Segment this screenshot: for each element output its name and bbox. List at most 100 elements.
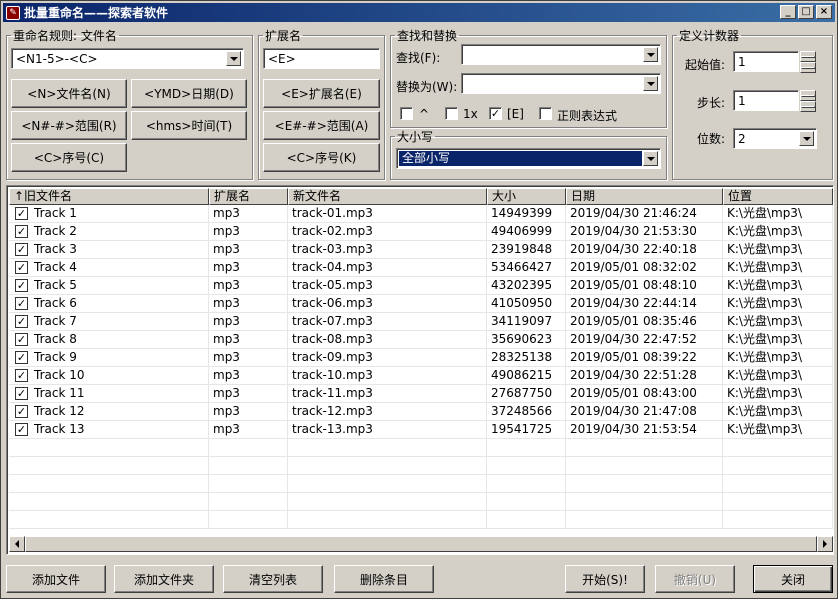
undo-button[interactable]: 撤销(U)	[655, 565, 735, 593]
table-row[interactable]: ✓ Track 10 mp3 track-10.mp3 49086215 2019/04/…	[9, 367, 833, 385]
minimize-icon[interactable]: _	[780, 5, 796, 19]
table-row[interactable]: ✓ Track 5 mp3 track-05.mp3 43202395 2019/05/0…	[9, 277, 833, 295]
scroll-thumb[interactable]	[24, 536, 818, 552]
table-row[interactable]: ✓ Track 2 mp3 track-02.mp3 49406999 2019/04/3…	[9, 223, 833, 241]
title-bar[interactable]: ✎ 批量重命名——探索者软件 _ □ ×	[3, 3, 835, 22]
row-checkbox[interactable]: ✓	[15, 261, 28, 274]
chevron-down-icon[interactable]	[643, 76, 658, 91]
row-old-name: Track 2	[34, 224, 77, 238]
col-extension[interactable]: 扩展名	[209, 188, 288, 205]
add-folder-button[interactable]: 添加文件夹	[114, 565, 214, 593]
chevron-down-icon[interactable]	[799, 131, 814, 146]
spin-down-icon[interactable]	[800, 101, 816, 112]
cell-name: ✓ Track 13	[9, 421, 209, 438]
insert-ext-range-button[interactable]: <E#-#>范围(A)	[263, 111, 380, 140]
row-checkbox[interactable]: ✓	[15, 333, 28, 346]
cell-size: 34119097	[487, 313, 566, 330]
maximize-icon[interactable]: □	[798, 5, 814, 19]
counter-digits-combo[interactable]: 2	[733, 128, 817, 149]
row-checkbox[interactable]: ✓	[15, 423, 28, 436]
table-row[interactable]: ✓ Track 11 mp3 track-11.mp3 27687750 2019/05/…	[9, 385, 833, 403]
table-row[interactable]: ✓ Track 9 mp3 track-09.mp3 28325138 2019/05/0…	[9, 349, 833, 367]
table-row[interactable]: ✓ Track 1 mp3 track-01.mp3 14949399 2019/04/3…	[9, 205, 833, 223]
close-icon[interactable]: ×	[816, 5, 832, 19]
add-file-button[interactable]: 添加文件	[6, 565, 106, 593]
cell-path: K:\光盘\mp3\	[723, 331, 833, 348]
col-size[interactable]: 大小	[487, 188, 566, 205]
extension-input[interactable]: <E>	[263, 48, 380, 69]
col-old-name[interactable]: ↑旧文件名	[9, 188, 209, 205]
insert-range-button[interactable]: <N#-#>范围(R)	[11, 111, 127, 140]
insert-time-button[interactable]: <hms>时间(T)	[131, 111, 247, 140]
regex-checkbox[interactable]	[539, 107, 552, 120]
row-checkbox[interactable]: ✓	[15, 315, 28, 328]
row-checkbox[interactable]: ✓	[15, 369, 28, 382]
row-checkbox[interactable]: ✓	[15, 387, 28, 400]
row-old-name: Track 9	[34, 350, 77, 364]
insert-counter-button[interactable]: <C>序号(C)	[11, 143, 127, 172]
chevron-down-icon[interactable]	[643, 47, 658, 62]
empty-cell	[9, 511, 209, 528]
counter-start-input[interactable]: 1	[733, 51, 799, 72]
cell-path: K:\光盘\mp3\	[723, 205, 833, 222]
find-combo[interactable]	[461, 44, 661, 65]
insert-ext-counter-button[interactable]: <C>序号(K)	[263, 143, 380, 172]
insert-ext-button[interactable]: <E>扩展名(E)	[263, 79, 380, 108]
case-combo[interactable]: 全部小写	[396, 148, 661, 169]
row-checkbox[interactable]: ✓	[15, 405, 28, 418]
row-checkbox[interactable]: ✓	[15, 243, 28, 256]
empty-row	[9, 439, 833, 457]
table-row[interactable]: ✓ Track 7 mp3 track-07.mp3 34119097 2019/05/0…	[9, 313, 833, 331]
table-row[interactable]: ✓ Track 4 mp3 track-04.mp3 53466427 2019/05/0…	[9, 259, 833, 277]
table-row[interactable]: ✓ Track 8 mp3 track-08.mp3 35690623 2019/04/3…	[9, 331, 833, 349]
scroll-right-icon[interactable]	[817, 536, 833, 552]
start-button[interactable]: 开始(S)!	[565, 565, 645, 593]
caret-checkbox[interactable]	[400, 107, 413, 120]
close-button[interactable]: 关闭	[753, 565, 833, 593]
table-row[interactable]: ✓ Track 12 mp3 track-12.mp3 37248566 2019/04/…	[9, 403, 833, 421]
counter-step-input[interactable]: 1	[733, 90, 799, 111]
counter-step-spinner[interactable]	[800, 90, 816, 112]
empty-cell	[9, 439, 209, 456]
table-row[interactable]: ✓ Track 13 mp3 track-13.mp3 19541725 2019/04/…	[9, 421, 833, 439]
cell-size: 49406999	[487, 223, 566, 240]
table-row[interactable]: ✓ Track 3 mp3 track-03.mp3 23919848 2019/04/3…	[9, 241, 833, 259]
replace-combo[interactable]	[461, 73, 661, 94]
row-old-name: Track 8	[34, 332, 77, 346]
counter-start-spinner[interactable]	[800, 51, 816, 73]
clear-list-button[interactable]: 清空列表	[223, 565, 323, 593]
find-replace-legend: 查找和替换	[397, 29, 458, 43]
cell-ext: mp3	[209, 385, 288, 402]
cell-date: 2019/04/30 22:47:52	[566, 331, 723, 348]
cell-name: ✓ Track 6	[9, 295, 209, 312]
row-checkbox[interactable]: ✓	[15, 297, 28, 310]
delete-item-button[interactable]: 删除条目	[334, 565, 434, 593]
cell-path: K:\光盘\mp3\	[723, 241, 833, 258]
spin-up-icon[interactable]	[800, 90, 816, 101]
insert-date-button[interactable]: <YMD>日期(D)	[131, 79, 247, 108]
row-checkbox[interactable]: ✓	[15, 279, 28, 292]
col-date[interactable]: 日期	[566, 188, 723, 205]
chevron-down-icon[interactable]	[643, 151, 658, 166]
cell-ext: mp3	[209, 367, 288, 384]
spin-up-icon[interactable]	[800, 51, 816, 62]
chevron-down-icon[interactable]	[226, 51, 241, 66]
col-new-name[interactable]: 新文件名	[288, 188, 487, 205]
cell-ext: mp3	[209, 313, 288, 330]
row-checkbox[interactable]: ✓	[15, 225, 28, 238]
file-list[interactable]: ↑旧文件名 扩展名 新文件名 大小 日期 位置 ✓ Track 1 mp3 track…	[6, 185, 834, 555]
horizontal-scrollbar[interactable]	[9, 536, 833, 552]
ext-checkbox[interactable]: ✓	[489, 107, 502, 120]
once-checkbox[interactable]	[445, 107, 458, 120]
table-row[interactable]: ✓ Track 6 mp3 track-06.mp3 41050950 2019/04/3…	[9, 295, 833, 313]
row-checkbox[interactable]: ✓	[15, 207, 28, 220]
scroll-left-icon[interactable]	[9, 536, 25, 552]
spin-down-icon[interactable]	[800, 62, 816, 73]
cell-name: ✓ Track 12	[9, 403, 209, 420]
col-location[interactable]: 位置	[723, 188, 833, 205]
row-checkbox[interactable]: ✓	[15, 351, 28, 364]
insert-name-button[interactable]: <N>文件名(N)	[11, 79, 127, 108]
rename-rule-combo[interactable]: <N1-5>-<C>	[11, 48, 244, 69]
cell-ext: mp3	[209, 295, 288, 312]
cell-new: track-13.mp3	[288, 421, 487, 438]
